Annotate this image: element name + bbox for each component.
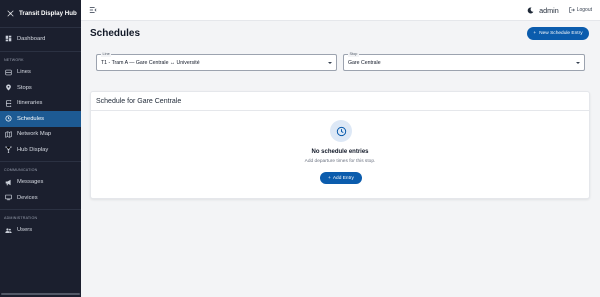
lines-icon [5, 69, 12, 76]
stop-select-label: Stop [348, 51, 359, 57]
empty-state-title: No schedule entries [311, 149, 369, 155]
sidebar-item-label: Dashboard [17, 35, 46, 42]
itineraries-icon [5, 99, 12, 107]
logout-label: Logout [576, 7, 592, 13]
sidebar-item-label: Users [17, 227, 33, 234]
sidebar-item-users[interactable]: Users [0, 223, 81, 239]
megaphone-icon [5, 179, 12, 186]
sidebar-item-label: Devices [17, 194, 38, 201]
sidebar-item-label: Network Map [17, 131, 52, 138]
sidebar-item-dashboard[interactable]: Dashboard [0, 31, 81, 47]
logout-icon [569, 7, 575, 13]
sidebar-divider [0, 27, 81, 28]
dark-mode-moon-icon[interactable] [527, 6, 534, 14]
card-divider [91, 110, 589, 111]
logout-button[interactable]: Logout [569, 7, 592, 13]
sidebar-divider [0, 208, 81, 210]
caret-down-icon [576, 62, 580, 64]
sidebar-item-itineraries[interactable]: Itineraries [0, 96, 81, 112]
schedule-card-title: Schedule for Gare Centrale [96, 98, 182, 105]
new-schedule-entry-button[interactable]: + New Schedule Entry [527, 27, 589, 40]
add-entry-label: Add Entry [332, 175, 354, 181]
dashboard-icon [5, 35, 12, 42]
plus-icon: + [328, 175, 331, 181]
sidebar-divider [0, 160, 81, 162]
sidebar-item-hub-display[interactable]: Hub Display [0, 142, 81, 158]
new-schedule-entry-label: New Schedule Entry [539, 31, 583, 36]
sidebar: Transit Display Hub Dashboard NETWORK Li… [0, 0, 81, 297]
brand[interactable]: Transit Display Hub [0, 0, 81, 27]
section-label-communication: COMMUNICATION [4, 167, 38, 172]
sidebar-item-label: Stops [17, 84, 32, 91]
sidebar-item-messages[interactable]: Messages [0, 175, 81, 191]
stop-select-value: Gare Centrale [348, 60, 381, 66]
user-area: admin Logout [527, 5, 592, 15]
line-select[interactable]: Line T1 - Tram A — Gare Centrale ↔ Unive… [96, 51, 337, 71]
empty-state-clock-icon [330, 120, 352, 142]
line-select-value: T1 - Tram A — Gare Centrale ↔ Université [101, 60, 200, 66]
section-label-administration: ADMINISTRATION [4, 215, 38, 220]
sidebar-item-label: Schedules [17, 115, 45, 122]
hub-icon [5, 146, 12, 154]
location-pin-icon [5, 84, 12, 91]
sidebar-item-label: Lines [17, 69, 31, 76]
line-select-label: Line [101, 51, 112, 57]
sidebar-item-stops[interactable]: Stops [0, 80, 81, 96]
sidebar-item-network-map[interactable]: Network Map [0, 127, 81, 143]
caret-down-icon [328, 62, 332, 64]
clock-icon [5, 115, 12, 122]
sidebar-item-lines[interactable]: Lines [0, 65, 81, 81]
sidebar-item-schedules[interactable]: Schedules [0, 111, 81, 127]
plus-icon: + [533, 31, 537, 36]
users-icon [5, 227, 12, 234]
app-name: Transit Display Hub [19, 10, 77, 17]
top-bar: admin Logout [81, 0, 600, 21]
schedule-card: Schedule for Gare Centrale No schedule e… [90, 91, 590, 199]
stop-select[interactable]: Stop Gare Centrale [343, 51, 585, 71]
hub-logo-icon [7, 10, 14, 17]
sidebar-item-devices[interactable]: Devices [0, 190, 81, 206]
sidebar-item-label: Itineraries [17, 100, 43, 107]
sidebar-item-label: Messages [17, 179, 44, 186]
add-entry-button[interactable]: + Add Entry [320, 172, 362, 184]
empty-state-subtitle: Add departure times for this stop. [304, 159, 376, 164]
page-title: Schedules [90, 28, 141, 39]
monitor-icon [5, 194, 12, 201]
collapse-menu-icon[interactable] [89, 6, 97, 14]
map-icon [5, 130, 12, 138]
sidebar-item-label: Hub Display [17, 146, 49, 153]
sidebar-divider [0, 50, 81, 52]
section-label-network: NETWORK [4, 57, 24, 62]
username: admin [539, 5, 559, 15]
sidebar-scrollbar[interactable] [1, 293, 80, 295]
